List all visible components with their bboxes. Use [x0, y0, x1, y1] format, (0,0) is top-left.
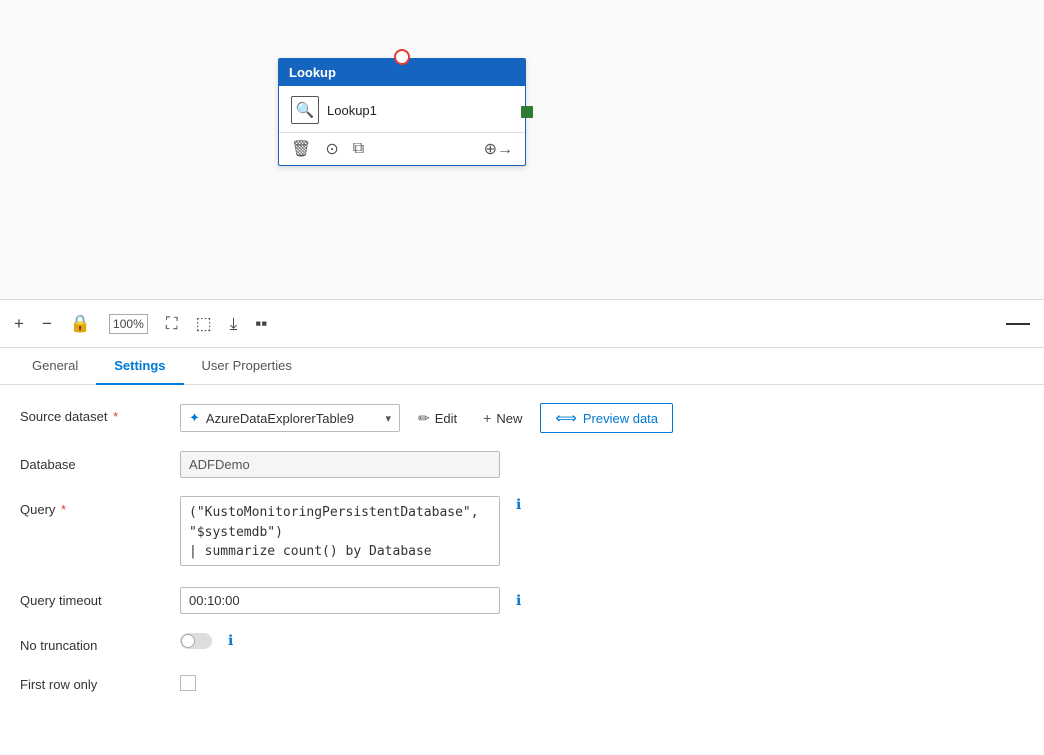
first-row-only-control — [180, 671, 1024, 691]
toolbar-separator — [1006, 323, 1030, 325]
query-timeout-input[interactable] — [180, 587, 500, 614]
query-timeout-label: Query timeout — [20, 587, 180, 608]
tab-settings[interactable]: Settings — [96, 348, 183, 385]
dropdown-caret-icon: ▾ — [385, 412, 391, 425]
search-icon: 🔍 — [296, 101, 315, 119]
edit-label: Edit — [435, 411, 457, 426]
no-truncation-row: No truncation ℹ — [20, 632, 1024, 653]
layers-icon[interactable]: ▪▪ — [255, 314, 267, 334]
query-row: Query * ("KustoMonitoringPersistentDatab… — [20, 496, 1024, 569]
no-truncation-toggle[interactable] — [180, 633, 212, 649]
node-output-port — [521, 106, 533, 118]
zoom-100-icon[interactable]: 100% — [109, 314, 148, 334]
delete-icon[interactable]: 🗑 — [291, 139, 311, 159]
database-label: Database — [20, 451, 180, 472]
node-error-indicator — [394, 49, 410, 65]
node-title: Lookup — [289, 65, 336, 80]
lookup-node-body: 🔍 Lookup1 — [279, 86, 525, 133]
database-control — [180, 451, 1024, 478]
query-textarea-wrapper: ("KustoMonitoringPersistentDatabase", "$… — [180, 496, 500, 569]
tab-general[interactable]: General — [14, 348, 96, 385]
node-actions: 🗑 ⊙ ⧉ ⊕→ — [279, 133, 525, 165]
toggle-thumb — [181, 634, 195, 648]
preview-icon: ⟺ — [555, 409, 577, 427]
new-button[interactable]: + New — [475, 405, 530, 431]
first-row-only-label: First row only — [20, 671, 180, 692]
source-dataset-control: ✦ AzureDataExplorerTable9 ▾ ✏ Edit + New… — [180, 403, 1024, 433]
no-truncation-toggle-wrapper: ℹ — [180, 632, 1024, 649]
edit-button[interactable]: ✏ Edit — [410, 405, 465, 432]
required-star: * — [109, 409, 118, 424]
tab-user-properties[interactable]: User Properties — [184, 348, 310, 385]
adx-icon: ✦ — [189, 410, 200, 426]
database-input[interactable] — [180, 451, 500, 478]
no-truncation-control: ℹ — [180, 632, 1024, 649]
first-row-only-row: First row only — [20, 671, 1024, 692]
query-timeout-row: Query timeout ℹ — [20, 587, 1024, 614]
first-row-only-checkbox-wrapper — [180, 671, 1024, 691]
query-label: Query * — [20, 496, 180, 517]
node-label: Lookup1 — [327, 103, 377, 118]
query-textarea[interactable]: ("KustoMonitoringPersistentDatabase", "$… — [180, 496, 500, 566]
lock-icon[interactable]: 🔒 — [70, 314, 91, 334]
lookup-node[interactable]: Lookup 🔍 Lookup1 🗑 ⊙ ⧉ ⊕→ — [278, 58, 526, 166]
lookup-icon-box: 🔍 — [291, 96, 319, 124]
no-truncation-label: No truncation — [20, 632, 180, 653]
connect-icon[interactable]: ⊕→ — [484, 139, 513, 159]
plus-icon: + — [483, 410, 491, 426]
select-icon[interactable]: ⬚ — [196, 314, 212, 334]
settings-panel: Source dataset * ✦ AzureDataExplorerTabl… — [0, 385, 1044, 728]
database-row: Database — [20, 451, 1024, 478]
preview-data-button[interactable]: ⟺ Preview data — [540, 403, 673, 433]
source-dataset-row: Source dataset * ✦ AzureDataExplorerTabl… — [20, 403, 1024, 433]
toolbar: + − 🔒 100% ⛶ ⬚ ⤓ ▪▪ — [0, 300, 1044, 348]
preview-label: Preview data — [583, 411, 658, 426]
settings-icon[interactable]: ⊙ — [325, 139, 338, 159]
query-info-icon[interactable]: ℹ — [516, 496, 521, 513]
fit-view-icon[interactable]: ⛶ — [166, 314, 178, 334]
auto-layout-icon[interactable]: ⤓ — [230, 314, 238, 334]
timeout-info-icon[interactable]: ℹ — [516, 592, 521, 609]
query-timeout-control: ℹ — [180, 587, 1024, 614]
zoom-out-icon[interactable]: − — [42, 314, 52, 334]
first-row-only-checkbox[interactable] — [180, 675, 196, 691]
no-truncation-info-icon[interactable]: ℹ — [228, 632, 233, 649]
source-dataset-label: Source dataset * — [20, 403, 180, 424]
source-dataset-dropdown[interactable]: ✦ AzureDataExplorerTable9 ▾ — [180, 404, 400, 432]
copy-icon[interactable]: ⧉ — [353, 140, 364, 158]
new-label: New — [496, 411, 522, 426]
source-dataset-value: AzureDataExplorerTable9 — [206, 411, 354, 426]
pencil-icon: ✏ — [418, 410, 430, 427]
canvas-area: Lookup 🔍 Lookup1 🗑 ⊙ ⧉ ⊕→ — [0, 0, 1044, 300]
query-control: ("KustoMonitoringPersistentDatabase", "$… — [180, 496, 1024, 569]
tabs: General Settings User Properties — [0, 348, 1044, 385]
zoom-in-icon[interactable]: + — [14, 314, 24, 334]
query-required-star: * — [57, 502, 66, 517]
